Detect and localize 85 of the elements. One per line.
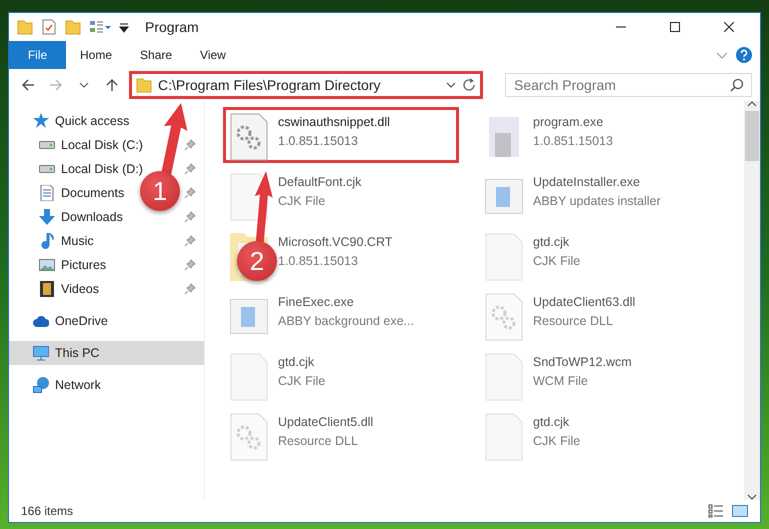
sidebar-item[interactable]: Pictures bbox=[61, 256, 106, 274]
file-name[interactable]: gtd.cjk bbox=[278, 353, 326, 372]
maximize-icon bbox=[670, 22, 680, 32]
file-name[interactable]: gtd.cjk bbox=[533, 413, 580, 432]
large-icons-view-icon[interactable] bbox=[732, 504, 748, 518]
file-item[interactable]: cswinauthsnippet.dll 1.0.851.15013 bbox=[223, 107, 459, 163]
file-detail: CJK File bbox=[533, 252, 580, 270]
file-name[interactable]: UpdateInstaller.exe bbox=[533, 173, 661, 192]
new-folder-icon[interactable] bbox=[65, 19, 81, 35]
cloud-icon bbox=[33, 313, 49, 329]
pin-icon[interactable] bbox=[184, 235, 196, 247]
file-detail: 1.0.851.15013 bbox=[278, 132, 359, 150]
ribbon-tab[interactable]: File bbox=[9, 41, 66, 69]
item-count: 166 items bbox=[21, 503, 74, 520]
customize-caret-icon[interactable] bbox=[119, 21, 129, 33]
details-view-icon[interactable] bbox=[708, 504, 724, 518]
properties-icon[interactable] bbox=[41, 19, 57, 35]
ribbon-tab[interactable]: Home bbox=[66, 41, 126, 69]
picture-icon bbox=[39, 257, 55, 273]
folder-icon bbox=[136, 77, 152, 93]
file-detail: ABBY updates installer bbox=[533, 192, 661, 210]
pin-icon[interactable] bbox=[184, 187, 196, 199]
sidebar-item[interactable]: Local Disk (D:) bbox=[61, 160, 143, 178]
file-detail: Resource DLL bbox=[533, 312, 614, 330]
pin-icon[interactable] bbox=[184, 163, 196, 175]
sidebar-item[interactable]: Downloads bbox=[61, 208, 123, 226]
scroll-up-icon[interactable] bbox=[747, 101, 757, 107]
folder-icon bbox=[17, 19, 33, 35]
search-field[interactable]: Search Program bbox=[505, 73, 752, 97]
ribbon-tab[interactable]: View bbox=[186, 41, 240, 69]
down-arrow-icon bbox=[39, 209, 55, 225]
file-name[interactable]: FineExec.exe bbox=[278, 293, 414, 312]
file-name[interactable]: Microsoft.VC90.CRT bbox=[278, 233, 392, 252]
file-detail: 1.0.851.15013 bbox=[278, 252, 359, 270]
step-number-badge: 2 bbox=[237, 241, 277, 281]
expand-ribbon-icon[interactable] bbox=[716, 52, 728, 58]
refresh-icon[interactable] bbox=[462, 78, 476, 92]
sidebar-item[interactable]: Music bbox=[61, 232, 94, 250]
file-name[interactable]: SndToWP12.wcm bbox=[533, 353, 632, 372]
file-detail: CJK File bbox=[533, 432, 580, 450]
file-detail: CJK File bbox=[278, 192, 326, 210]
film-icon bbox=[39, 281, 55, 297]
pin-icon[interactable] bbox=[184, 283, 196, 295]
sidebar-item[interactable]: Quick access bbox=[55, 112, 130, 130]
up-icon bbox=[105, 78, 119, 92]
help-icon[interactable] bbox=[736, 47, 752, 63]
window-title: Program bbox=[145, 18, 199, 37]
document-icon bbox=[39, 185, 55, 201]
forward-icon bbox=[49, 78, 63, 92]
pin-icon[interactable] bbox=[184, 211, 196, 223]
scroll-down-icon[interactable] bbox=[747, 494, 757, 500]
address-bar[interactable]: C:\Program Files\Program Directory bbox=[129, 71, 483, 99]
file-name[interactable]: gtd.cjk bbox=[533, 233, 580, 252]
sidebar-item[interactable]: Local Disk (C:) bbox=[61, 136, 143, 154]
ribbon-tab[interactable]: Share bbox=[126, 41, 186, 69]
pin-icon[interactable] bbox=[184, 139, 196, 151]
dropdown-caret-icon[interactable] bbox=[446, 82, 456, 88]
sidebar-item[interactable]: This PC bbox=[9, 341, 204, 365]
scrollbar[interactable] bbox=[744, 101, 760, 500]
scrollbar-thumb[interactable] bbox=[745, 111, 759, 161]
network-icon bbox=[33, 377, 49, 393]
file-detail: WCM File bbox=[533, 372, 589, 390]
file-name[interactable]: program.exe bbox=[533, 113, 613, 132]
close-icon bbox=[724, 22, 734, 32]
file-detail: Resource DLL bbox=[278, 432, 359, 450]
sidebar-item[interactable]: Documents bbox=[61, 184, 124, 202]
file-name: cswinauthsnippet.dll bbox=[278, 114, 390, 131]
star-icon bbox=[33, 113, 49, 129]
minimize-icon bbox=[616, 26, 626, 28]
file-detail: 1.0.851.15013 bbox=[533, 132, 613, 150]
monitor-icon bbox=[33, 345, 49, 361]
music-note-icon bbox=[39, 233, 55, 249]
file-detail: ABBY background exe... bbox=[278, 312, 414, 330]
file-name[interactable]: DefaultFont.cjk bbox=[278, 173, 362, 192]
file-name[interactable]: UpdateClient5.dll bbox=[278, 413, 374, 432]
back-icon bbox=[21, 78, 35, 92]
file-detail: CJK File bbox=[278, 372, 326, 390]
sidebar-item[interactable]: Videos bbox=[61, 280, 99, 298]
search-icon[interactable] bbox=[730, 78, 744, 92]
file-name[interactable]: UpdateClient63.dll bbox=[533, 293, 636, 312]
sidebar-item[interactable]: OneDrive bbox=[55, 312, 108, 330]
pin-icon[interactable] bbox=[184, 259, 196, 271]
sidebar-item[interactable]: Network bbox=[55, 376, 101, 394]
pointer-arrow bbox=[161, 103, 188, 174]
view-options-icon[interactable] bbox=[89, 19, 111, 35]
